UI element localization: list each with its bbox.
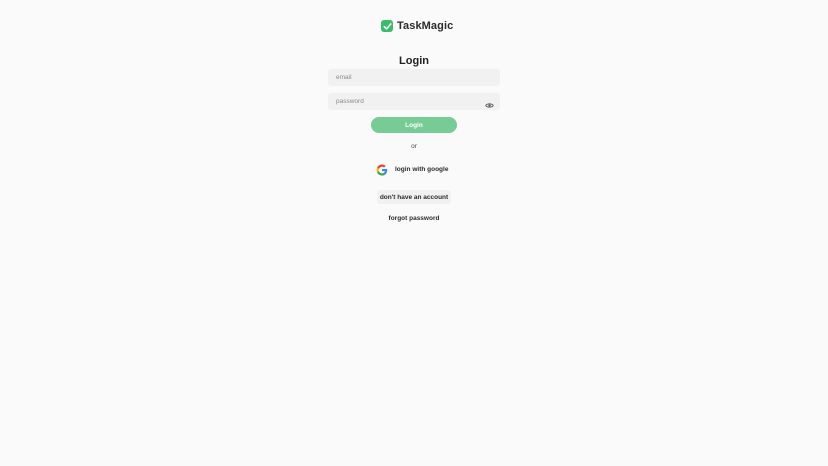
google-login-button[interactable]: login with google	[376, 162, 450, 177]
email-field-container	[328, 69, 500, 86]
checkmark-badge-icon	[381, 20, 393, 32]
brand-header: TaskMagic	[381, 20, 453, 32]
google-login-label: login with google	[395, 166, 449, 173]
page-title: Login	[399, 55, 429, 67]
forgot-password-link[interactable]: forgot password	[0, 215, 828, 222]
email-input[interactable]	[328, 69, 486, 86]
password-field-container	[328, 93, 500, 110]
google-icon	[376, 164, 388, 176]
login-button[interactable]: Login	[371, 117, 457, 133]
eye-icon[interactable]	[485, 97, 494, 108]
login-page: TaskMagic Login Login or login with goog…	[0, 0, 828, 466]
or-divider: or	[411, 143, 417, 150]
brand-name: TaskMagic	[397, 20, 454, 32]
signup-button[interactable]: don't have an account	[377, 190, 451, 204]
password-input[interactable]	[328, 93, 486, 110]
